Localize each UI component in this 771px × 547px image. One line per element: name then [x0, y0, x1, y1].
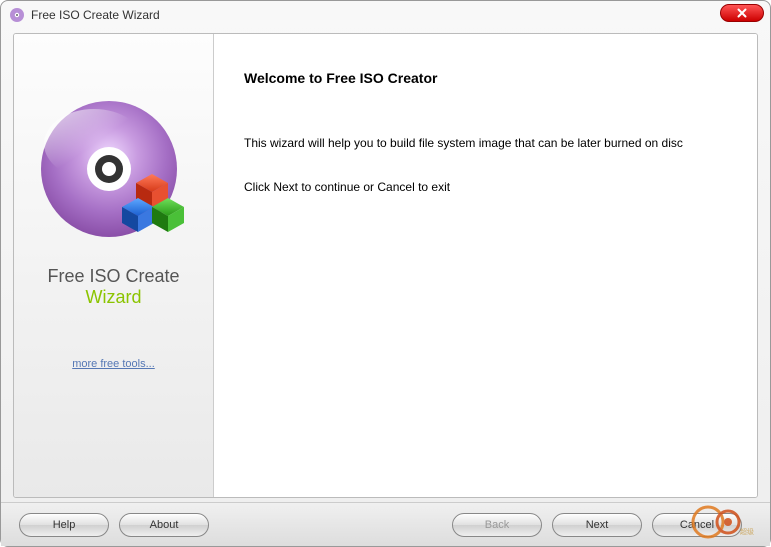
main-panel: Welcome to Free ISO Creator This wizard … — [214, 34, 757, 497]
sidebar: Free ISO Create Wizard more free tools..… — [14, 34, 214, 497]
body-text-1: This wizard will help you to build file … — [244, 136, 727, 150]
next-button[interactable]: Next — [552, 513, 642, 537]
back-button[interactable]: Back — [452, 513, 542, 537]
button-bar: Help About Back Next Cancel — [1, 502, 770, 546]
disc-logo-icon — [34, 94, 194, 254]
app-window: Free ISO Create Wizard — [0, 0, 771, 547]
welcome-heading: Welcome to Free ISO Creator — [244, 70, 727, 86]
body-text-2: Click Next to continue or Cancel to exit — [244, 180, 727, 194]
app-name-line1: Free ISO Create — [47, 266, 179, 287]
help-button[interactable]: Help — [19, 513, 109, 537]
content-frame: Free ISO Create Wizard more free tools..… — [13, 33, 758, 498]
app-name-line2: Wizard — [85, 287, 141, 308]
window-title: Free ISO Create Wizard — [31, 8, 160, 22]
more-tools-link[interactable]: more free tools... — [72, 358, 155, 370]
cancel-button[interactable]: Cancel — [652, 513, 742, 537]
titlebar: Free ISO Create Wizard — [1, 1, 770, 29]
about-button[interactable]: About — [119, 513, 209, 537]
close-button[interactable] — [720, 4, 764, 22]
app-icon — [9, 7, 25, 23]
